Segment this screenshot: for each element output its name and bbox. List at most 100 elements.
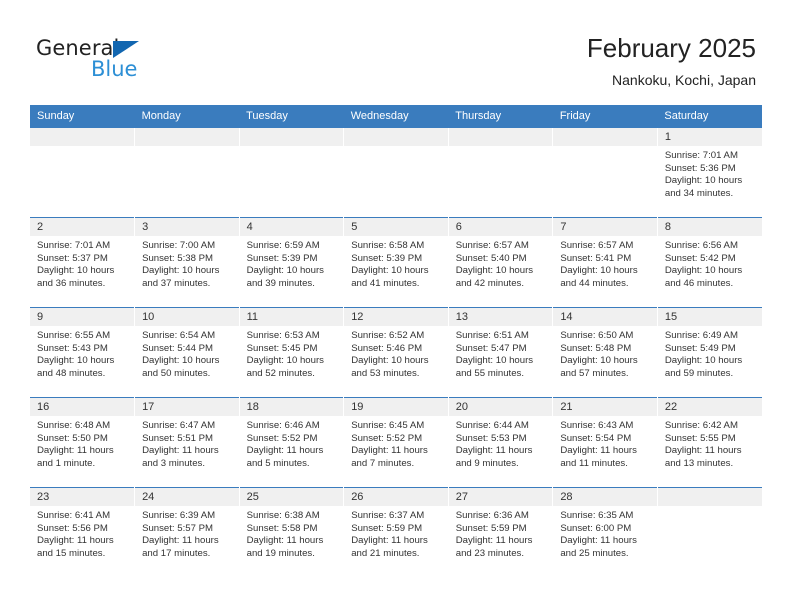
- calendar-day-cell[interactable]: 28 Sunrise: 6:35 AM Sunset: 6:00 PM Dayligh…: [552, 487, 658, 578]
- sunset-text: Sunset: 5:47 PM: [455, 342, 527, 354]
- logo-triangle-icon: [113, 41, 139, 58]
- sunrise-text: Sunrise: 6:56 AM: [664, 240, 738, 251]
- daylight-text: Daylight: 11 hours and 23 minutes.: [455, 535, 533, 559]
- daylight-text: Daylight: 10 hours and 34 minutes.: [664, 175, 743, 199]
- sunset-text: Sunset: 5:54 PM: [560, 432, 632, 444]
- day-sun-info: Sunrise: 6:59 AM Sunset: 5:39 PM Daylight:…: [240, 236, 344, 290]
- calendar-day-cell[interactable]: 20 Sunrise: 6:44 AM Sunset: 5:53 PM Dayligh…: [447, 397, 553, 488]
- day-number: [30, 128, 135, 146]
- sunrise-text: Sunrise: 6:55 AM: [37, 330, 111, 341]
- sunset-text: Sunset: 5:46 PM: [351, 342, 423, 354]
- calendar-day-cell[interactable]: 8 Sunrise: 6:56 AM Sunset: 5:42 PM Daylight…: [656, 217, 762, 308]
- calendar-week-row: 1 Sunrise: 7:01 AM Sunset: 5:36 PM Daylight…: [30, 127, 762, 218]
- daylight-text: Daylight: 11 hours and 25 minutes.: [560, 535, 637, 559]
- calendar-day-cell[interactable]: 15 Sunrise: 6:49 AM Sunset: 5:49 PM Dayligh…: [656, 307, 762, 398]
- sunrise-text: Sunrise: 6:59 AM: [246, 240, 320, 251]
- calendar-day-cell[interactable]: 24 Sunrise: 6:39 AM Sunset: 5:57 PM Dayligh…: [134, 487, 240, 578]
- day-sun-info: Sunrise: 6:52 AM Sunset: 5:46 PM Daylight:…: [344, 326, 448, 380]
- day-number: 23: [30, 488, 135, 506]
- calendar-day-cell[interactable]: 22 Sunrise: 6:42 AM Sunset: 5:55 PM Dayligh…: [656, 397, 762, 488]
- sunset-text: Sunset: 5:59 PM: [455, 522, 527, 534]
- calendar-day-cell-empty: [238, 127, 344, 218]
- calendar-day-cell[interactable]: 19 Sunrise: 6:45 AM Sunset: 5:52 PM Dayligh…: [343, 397, 449, 488]
- calendar-day-cell[interactable]: 9 Sunrise: 6:55 AM Sunset: 5:43 PM Daylight…: [30, 307, 135, 398]
- daylight-text: Daylight: 11 hours and 21 minutes.: [351, 535, 428, 559]
- calendar-day-cell[interactable]: 12 Sunrise: 6:52 AM Sunset: 5:46 PM Dayligh…: [343, 307, 449, 398]
- day-sun-info: Sunrise: 6:50 AM Sunset: 5:48 PM Daylight:…: [553, 326, 657, 380]
- sunset-text: Sunset: 5:38 PM: [142, 252, 213, 264]
- day-sun-info: Sunrise: 7:01 AM Sunset: 5:36 PM Daylight:…: [658, 146, 762, 200]
- weekday-header-thursday: Thursday: [448, 105, 553, 128]
- sunrise-text: Sunrise: 6:54 AM: [142, 330, 216, 341]
- calendar-day-cell[interactable]: 25 Sunrise: 6:38 AM Sunset: 5:58 PM Dayligh…: [238, 487, 344, 578]
- sunrise-text: Sunrise: 6:47 AM: [142, 420, 216, 431]
- calendar-day-cell[interactable]: 10 Sunrise: 6:54 AM Sunset: 5:44 PM Dayligh…: [134, 307, 240, 398]
- day-number: 8: [657, 218, 762, 236]
- calendar-day-cell[interactable]: 16 Sunrise: 6:48 AM Sunset: 5:50 PM Dayligh…: [30, 397, 135, 488]
- weekday-header-tuesday: Tuesday: [239, 105, 344, 128]
- sunset-text: Sunset: 5:53 PM: [455, 432, 527, 444]
- day-sun-info: Sunrise: 6:43 AM Sunset: 5:54 PM Daylight:…: [553, 416, 657, 470]
- calendar-day-cell[interactable]: 11 Sunrise: 6:53 AM Sunset: 5:45 PM Dayligh…: [238, 307, 344, 398]
- sunset-text: Sunset: 5:57 PM: [142, 522, 213, 534]
- sunrise-text: Sunrise: 6:35 AM: [560, 510, 634, 521]
- day-number: 1: [657, 128, 762, 146]
- calendar-day-cell[interactable]: 5 Sunrise: 6:58 AM Sunset: 5:39 PM Daylight…: [343, 217, 449, 308]
- calendar-week-row: 16 Sunrise: 6:48 AM Sunset: 5:50 PM Dayligh…: [30, 397, 762, 488]
- sunset-text: Sunset: 5:37 PM: [37, 252, 108, 264]
- day-sun-info: Sunrise: 6:46 AM Sunset: 5:52 PM Daylight:…: [240, 416, 344, 470]
- calendar-day-cell[interactable]: 7 Sunrise: 6:57 AM Sunset: 5:41 PM Daylight…: [552, 217, 658, 308]
- calendar-day-cell[interactable]: 21 Sunrise: 6:43 AM Sunset: 5:54 PM Dayligh…: [552, 397, 658, 488]
- calendar-day-cell[interactable]: 26 Sunrise: 6:37 AM Sunset: 5:59 PM Dayligh…: [343, 487, 449, 578]
- calendar-day-cell[interactable]: 13 Sunrise: 6:51 AM Sunset: 5:47 PM Dayligh…: [447, 307, 553, 398]
- sunrise-text: Sunrise: 6:57 AM: [455, 240, 529, 251]
- sunset-text: Sunset: 5:52 PM: [246, 432, 318, 444]
- day-sun-info: Sunrise: 6:47 AM Sunset: 5:51 PM Daylight:…: [135, 416, 239, 470]
- calendar-day-cell[interactable]: 2 Sunrise: 7:01 AM Sunset: 5:37 PM Daylight…: [30, 217, 135, 308]
- calendar-day-cell[interactable]: 23 Sunrise: 6:41 AM Sunset: 5:56 PM Dayligh…: [30, 487, 135, 578]
- daylight-text: Daylight: 11 hours and 3 minutes.: [142, 445, 219, 469]
- sunset-text: Sunset: 5:48 PM: [560, 342, 632, 354]
- day-number: 18: [239, 398, 344, 416]
- calendar-day-cell[interactable]: 18 Sunrise: 6:46 AM Sunset: 5:52 PM Dayligh…: [238, 397, 344, 488]
- day-sun-info: Sunrise: 6:57 AM Sunset: 5:41 PM Daylight:…: [553, 236, 657, 290]
- calendar-day-cell[interactable]: 14 Sunrise: 6:50 AM Sunset: 5:48 PM Dayligh…: [552, 307, 658, 398]
- sunrise-text: Sunrise: 6:51 AM: [455, 330, 529, 341]
- calendar-day-cell[interactable]: 3 Sunrise: 7:00 AM Sunset: 5:38 PM Daylight…: [134, 217, 240, 308]
- day-sun-info: Sunrise: 6:57 AM Sunset: 5:40 PM Daylight:…: [449, 236, 553, 290]
- day-sun-info: Sunrise: 6:39 AM Sunset: 5:57 PM Daylight:…: [135, 506, 239, 560]
- daylight-text: Daylight: 10 hours and 50 minutes.: [142, 355, 220, 379]
- daylight-text: Daylight: 10 hours and 36 minutes.: [37, 265, 115, 289]
- daylight-text: Daylight: 10 hours and 57 minutes.: [560, 355, 638, 379]
- day-number: [553, 128, 657, 146]
- calendar-day-cell[interactable]: 27 Sunrise: 6:36 AM Sunset: 5:59 PM Dayligh…: [447, 487, 553, 578]
- calendar-day-cell[interactable]: 6 Sunrise: 6:57 AM Sunset: 5:40 PM Daylight…: [447, 217, 553, 308]
- calendar-day-cell[interactable]: 4 Sunrise: 6:59 AM Sunset: 5:39 PM Daylight…: [238, 217, 344, 308]
- sunrise-text: Sunrise: 6:43 AM: [560, 420, 634, 431]
- daylight-text: Daylight: 11 hours and 9 minutes.: [455, 445, 533, 469]
- calendar-day-cell[interactable]: 17 Sunrise: 6:47 AM Sunset: 5:51 PM Dayligh…: [134, 397, 240, 488]
- day-sun-info: Sunrise: 6:53 AM Sunset: 5:45 PM Daylight:…: [240, 326, 344, 380]
- day-sun-info: Sunrise: 6:51 AM Sunset: 5:47 PM Daylight:…: [449, 326, 553, 380]
- day-sun-info: Sunrise: 6:45 AM Sunset: 5:52 PM Daylight:…: [344, 416, 448, 470]
- sunset-text: Sunset: 5:52 PM: [351, 432, 423, 444]
- sunrise-text: Sunrise: 6:50 AM: [560, 330, 634, 341]
- day-sun-info: Sunrise: 6:58 AM Sunset: 5:39 PM Daylight:…: [344, 236, 448, 290]
- calendar-week-row: 23 Sunrise: 6:41 AM Sunset: 5:56 PM Dayligh…: [30, 487, 762, 578]
- daylight-text: Daylight: 10 hours and 37 minutes.: [142, 265, 220, 289]
- weekday-header-sunday: Sunday: [30, 105, 135, 128]
- day-number: 15: [657, 308, 762, 326]
- daylight-text: Daylight: 11 hours and 11 minutes.: [560, 445, 637, 469]
- day-number: 16: [30, 398, 135, 416]
- day-number: 13: [448, 308, 553, 326]
- sunset-text: Sunset: 5:40 PM: [455, 252, 527, 264]
- day-sun-info: Sunrise: 7:01 AM Sunset: 5:37 PM Daylight:…: [30, 236, 134, 290]
- sunset-text: Sunset: 5:42 PM: [664, 252, 736, 264]
- day-sun-info: Sunrise: 6:55 AM Sunset: 5:43 PM Daylight:…: [30, 326, 134, 380]
- day-number: [135, 128, 239, 146]
- day-sun-info: Sunrise: 6:42 AM Sunset: 5:55 PM Daylight:…: [658, 416, 762, 470]
- calendar-day-cell[interactable]: 1 Sunrise: 7:01 AM Sunset: 5:36 PM Daylight…: [656, 127, 762, 218]
- sunset-text: Sunset: 5:58 PM: [246, 522, 318, 534]
- general-blue-logo[interactable]: General Blue: [36, 36, 236, 86]
- sunrise-text: Sunrise: 6:48 AM: [37, 420, 111, 431]
